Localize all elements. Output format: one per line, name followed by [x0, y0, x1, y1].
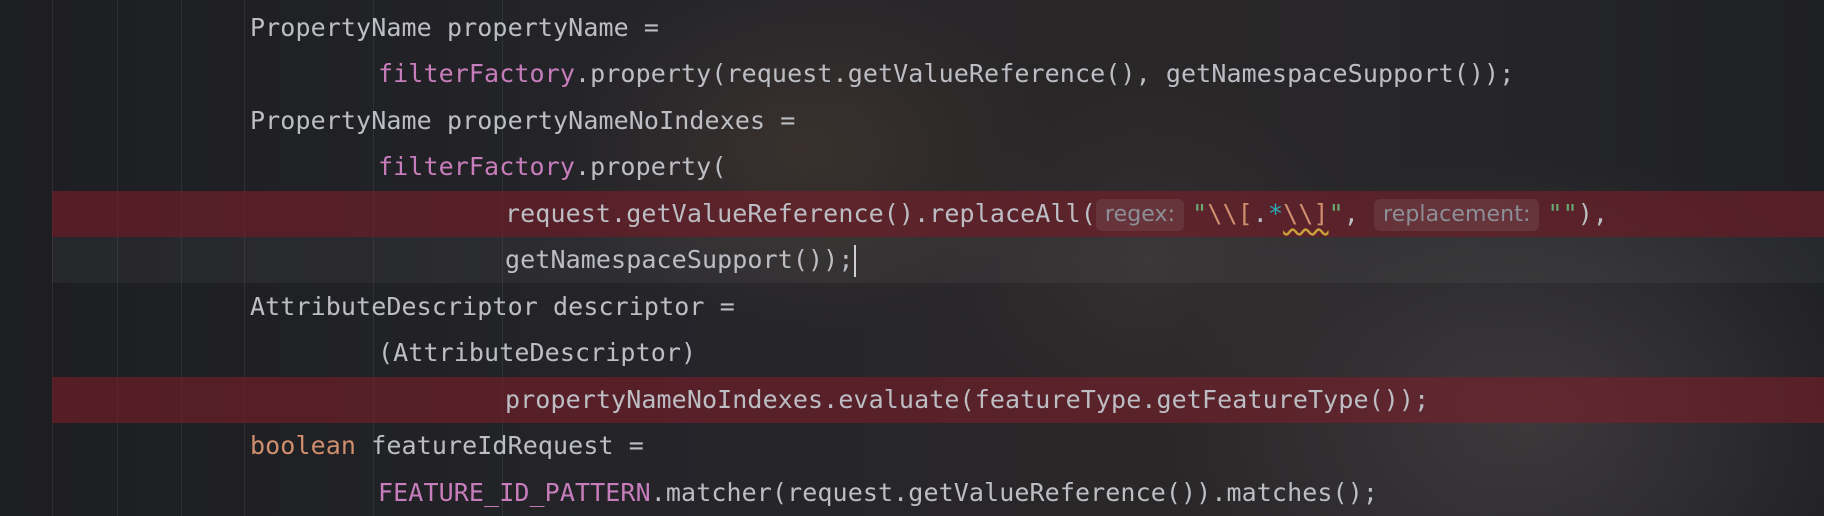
- code-editor[interactable]: PropertyName propertyName = filterFactor…: [0, 0, 1824, 516]
- code-token: .matcher(request.getValueReference()).ma…: [650, 478, 1378, 507]
- code-text: request.getValueReference().replaceAll(r…: [505, 191, 1608, 237]
- inlay-hint-regex: regex:: [1095, 199, 1185, 231]
- code-text: filterFactory.property(: [378, 144, 726, 190]
- regex-dot-token: .: [1252, 199, 1268, 228]
- code-text: propertyNameNoIndexes.evaluate(featureTy…: [505, 385, 1430, 414]
- code-line[interactable]: boolean featureIdRequest =: [0, 423, 1824, 469]
- current-line[interactable]: getNamespaceSupport());: [52, 237, 1824, 283]
- field-token: filterFactory: [378, 152, 575, 181]
- regex-star-token: *: [1267, 199, 1284, 228]
- string-token: "": [1547, 199, 1578, 228]
- code-line[interactable]: PropertyName propertyName =: [0, 5, 1824, 51]
- code-token: getNamespaceSupport());: [505, 245, 854, 274]
- text-caret: [854, 245, 857, 277]
- code-line[interactable]: FEATURE_ID_PATTERN.matcher(request.getVa…: [0, 470, 1824, 516]
- error-highlighted-line[interactable]: propertyNameNoIndexes.evaluate(featureTy…: [52, 377, 1824, 423]
- code-line[interactable]: filterFactory.property(request.getValueR…: [0, 51, 1824, 97]
- code-token: featureIdRequest =: [356, 431, 644, 460]
- inlay-hint-replacement: replacement:: [1374, 199, 1540, 231]
- field-token: filterFactory: [378, 59, 575, 88]
- escape-token: \\[: [1207, 199, 1253, 228]
- code-token: ),: [1577, 199, 1609, 228]
- code-token: .property(: [574, 152, 727, 181]
- code-text: AttributeDescriptor descriptor =: [250, 292, 735, 321]
- code-text: filterFactory.property(request.getValueR…: [378, 51, 1514, 97]
- code-line[interactable]: AttributeDescriptor descriptor =: [0, 284, 1824, 330]
- code-token: request.getValueReference().replaceAll(: [505, 199, 1096, 228]
- code-line[interactable]: filterFactory.property(: [0, 144, 1824, 190]
- code-text: FEATURE_ID_PATTERN.matcher(request.getVa…: [378, 470, 1378, 516]
- constant-token: FEATURE_ID_PATTERN: [378, 478, 651, 507]
- code-token: .property(request.getValueReference(), g…: [574, 59, 1515, 88]
- code-line[interactable]: PropertyName propertyNameNoIndexes =: [0, 98, 1824, 144]
- string-token: ": [1192, 199, 1208, 228]
- code-text: PropertyName propertyName =: [250, 13, 660, 42]
- code-text: boolean featureIdRequest =: [250, 423, 644, 469]
- warning-escape-token[interactable]: \\]: [1283, 199, 1328, 228]
- code-text: (AttributeDescriptor): [378, 338, 697, 367]
- code-line[interactable]: (AttributeDescriptor): [0, 330, 1824, 376]
- string-token: ": [1328, 199, 1344, 228]
- code-token: ,: [1343, 199, 1375, 228]
- code-text: getNamespaceSupport());: [505, 237, 857, 283]
- error-highlighted-line[interactable]: request.getValueReference().replaceAll(r…: [52, 191, 1824, 237]
- code-text: PropertyName propertyNameNoIndexes =: [250, 106, 796, 135]
- keyword-token: boolean: [250, 431, 357, 460]
